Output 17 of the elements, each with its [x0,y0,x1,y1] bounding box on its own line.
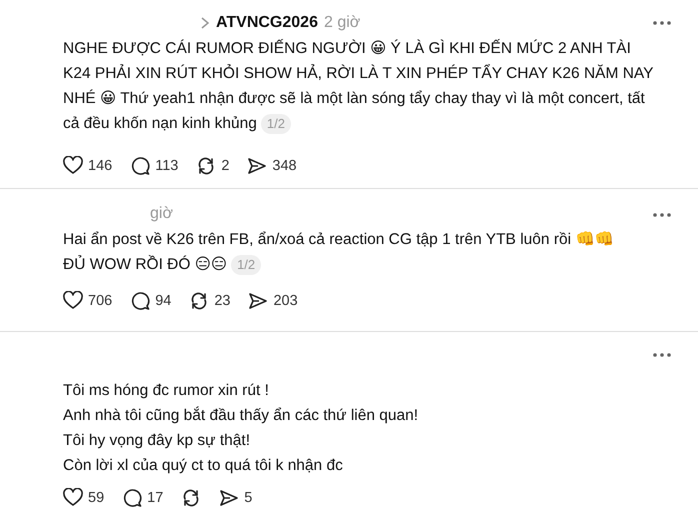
post-time: giờ [150,205,173,223]
repost-button[interactable]: 23 [189,291,230,311]
like-button[interactable]: 59 [63,488,104,508]
comment-button[interactable]: 94 [130,291,172,311]
post-text: Tôi ms hóng đc rumor xin rút ! Anh nhà tôi cũng bắt đầu thấy ẩn các thứ liên quan! Tôi hy vọng đây kp sự thật! Còn lời xl của quý ct to quá tôi k nhận đc [63,381,420,476]
like-button[interactable]: 706 [63,291,112,311]
like-button[interactable]: 146 [63,156,112,176]
post-text: NGHE ĐƯỢC CÁI RUMOR ĐIẾNG NGƯỜI 😀 Ý LÀ GÌ KHI ĐẾN MỨC 2 ANH TÀI K24 PHẢI XIN RÚT KHỎI SHOW HẢ, RỜI LÀ T XIN PHÉP TẨY CHAY K26 NĂM NAY NHÉ 😀 Thứ yeah1 nhận được sẽ là một làn sóng tẩy chay thay vì là một concert, tất cả đều khốn nạn kinh khủng 1/2 [63,38,654,136]
repost-button[interactable]: 2 [196,156,230,176]
share-button[interactable]: 5 [219,488,252,508]
username[interactable]: ATVNCG2026 [216,14,318,32]
share-button[interactable]: 203 [248,291,298,311]
comment-button[interactable]: 113 [130,156,178,176]
share-button[interactable]: 348 [247,156,297,176]
comment-button[interactable]: 17 [122,488,164,508]
post-time: 2 giờ [324,14,360,32]
post-text: Hai ẩn post về K26 trên FB, ẩn/xoá cả reaction CG tập 1 trên YTB luôn rồi 👊👊 ĐỦ WOW RỒI ĐÓ 😑😑 1/2 [63,230,614,277]
